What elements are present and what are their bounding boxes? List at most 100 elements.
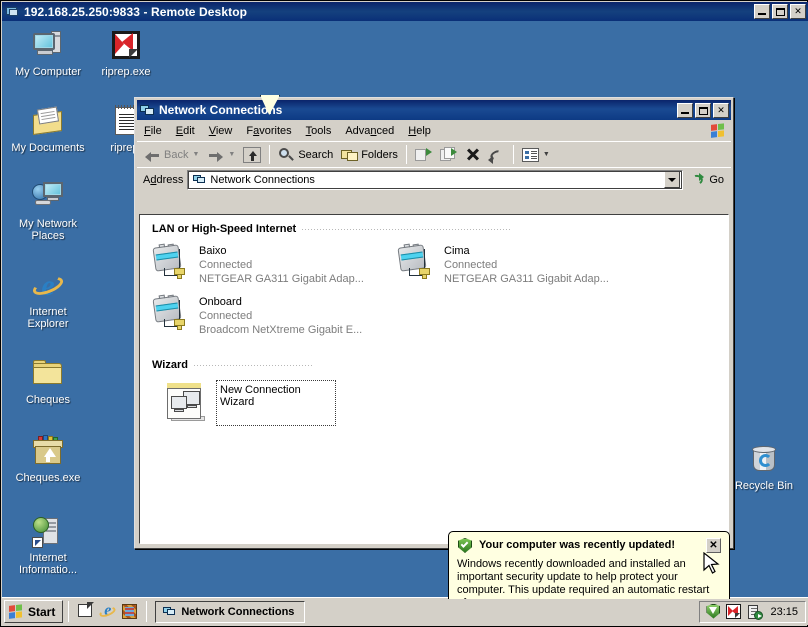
desktop-icon-my-computer[interactable]: My Computer (6, 25, 90, 78)
rdp-close-button[interactable]: ✕ (790, 4, 806, 19)
menu-file[interactable]: FFileile (137, 123, 169, 139)
connection-device: NETGEAR GA311 Gigabit Adap... (199, 273, 364, 285)
recycle-bin-icon (722, 439, 806, 477)
remote-desktop-window: 192.168.25.250:9833 - Remote Desktop ✕ M… (0, 0, 808, 627)
toolbar-forward-button[interactable]: ▼ (203, 144, 239, 166)
desktop[interactable]: My Computer riprep.exe My Documents ripr… (2, 21, 808, 599)
toolbar-back-label: Back (164, 148, 189, 161)
desktop-icon-label: Internet Informatio... (18, 552, 78, 576)
toolbar-folders-button[interactable]: Folders (337, 144, 402, 166)
toolbar-copy-to-button[interactable] (436, 144, 461, 166)
desktop-icon-label: Cheques.exe (15, 472, 81, 484)
group-lan-or-high-speed-internet: LAN or High-Speed Internet Baixo Connect (140, 215, 728, 337)
desktop-icon-internet-information-services[interactable]: Internet Informatio... (6, 511, 90, 576)
new-connection-wizard-item[interactable]: New Connection Wizard (216, 380, 336, 426)
network-connections-window[interactable]: Network Connections ✕ FFileile Edit View… (134, 97, 734, 549)
start-label: Start (28, 604, 56, 619)
network-connections-icon (192, 173, 206, 186)
toolbar-folders-label: Folders (361, 148, 398, 161)
desktop-icon-my-documents[interactable]: My Documents (6, 101, 90, 154)
update-notification-balloon[interactable]: Your computer was recently updated! ✕ Wi… (448, 531, 730, 599)
connections-list-area[interactable]: LAN or High-Speed Internet Baixo Connect (139, 214, 729, 544)
explorer-close-button[interactable]: ✕ (713, 102, 729, 118)
move-to-folder-icon (414, 147, 432, 162)
balloon-header: Your computer was recently updated! ✕ (457, 538, 721, 554)
rdp-restore-button[interactable] (772, 4, 788, 19)
desktop-icon-label: Cheques (25, 394, 71, 406)
desktop-icon-recycle-bin[interactable]: Recycle Bin (722, 439, 806, 492)
toolbar-search-label: Search (298, 148, 334, 161)
back-arrow-icon (144, 148, 161, 162)
taskbar-separator (68, 601, 70, 622)
go-button[interactable]: Go (687, 171, 728, 189)
explorer-titlebar[interactable]: Network Connections ✕ (137, 100, 731, 120)
toolbar-search-button[interactable]: Search (274, 144, 337, 166)
menu-tools[interactable]: Tools (299, 123, 339, 139)
security-shield-icon (457, 538, 473, 554)
security-shield-icon[interactable] (705, 603, 721, 620)
toolbar-up-button[interactable] (239, 144, 265, 166)
connection-item-onboard[interactable]: Onboard Connected Broadcom NetXtreme Gig… (152, 294, 397, 337)
taskbar-button-network-connections[interactable]: Network Connections (155, 600, 306, 623)
chevron-down-icon[interactable]: ▼ (192, 151, 199, 158)
menu-help[interactable]: Help (401, 123, 438, 139)
windows-flag-icon (705, 122, 731, 140)
internet-explorer-icon[interactable]: e (98, 602, 118, 620)
address-dropdown-button[interactable] (664, 171, 681, 188)
connection-item-baixo[interactable]: Baixo Connected NETGEAR GA311 Gigabit Ad… (152, 243, 397, 286)
desktop-icon-internet-explorer[interactable]: e Internet Explorer (6, 265, 90, 331)
start-button[interactable]: Start (4, 600, 64, 623)
new-connection-wizard-icon (166, 380, 212, 424)
connection-status: Connected (444, 259, 498, 271)
explorer-maximize-button[interactable] (695, 102, 711, 118)
explorer-minimize-button[interactable] (677, 102, 693, 118)
kaspersky-icon[interactable] (726, 603, 742, 620)
quick-launch-bar: e (74, 602, 141, 620)
desktop-icon-cheques-folder[interactable]: Cheques (6, 353, 90, 406)
toolbar-move-to-button[interactable] (411, 144, 436, 166)
address-input[interactable]: Network Connections (187, 169, 684, 190)
desktop-icon-label: My Computer (14, 66, 82, 78)
my-documents-icon (6, 101, 90, 139)
connection-item-cima[interactable]: Cima Connected NETGEAR GA311 Gigabit Ada… (397, 243, 642, 286)
desktop-icon-my-network-places[interactable]: My Network Places (6, 177, 90, 242)
menu-advanced[interactable]: Advanced (338, 123, 401, 139)
balloon-close-button[interactable]: ✕ (706, 538, 721, 553)
network-adapter-icon (397, 243, 437, 282)
address-field-inner[interactable]: Network Connections (190, 170, 665, 189)
desktop-icon-riprep-exe[interactable]: riprep.exe (84, 25, 168, 78)
menu-edit[interactable]: Edit (169, 123, 202, 139)
remote-desktop-titlebar: 192.168.25.250:9833 - Remote Desktop ✕ (2, 2, 808, 21)
riprep-exe-icon (84, 25, 168, 63)
rdp-minimize-button[interactable] (754, 4, 770, 19)
my-network-places-icon (6, 177, 90, 215)
go-label: Go (709, 173, 724, 186)
explorer-window-title: Network Connections (159, 103, 283, 117)
chevron-down-icon[interactable]: ▼ (543, 151, 550, 158)
folders-icon (341, 148, 359, 162)
explorer-address-bar: Address Network Connections Go (137, 167, 731, 191)
desktop-icon-label: riprep.exe (101, 66, 151, 78)
desktop-icon-label: My Documents (11, 142, 85, 154)
up-folder-icon (243, 146, 262, 163)
menu-view[interactable]: View (202, 123, 240, 139)
taskbar-separator (146, 601, 148, 622)
toolbar-back-button[interactable]: Back ▼ (140, 144, 203, 166)
menu-favorites[interactable]: Favorites (239, 123, 298, 139)
toolbar-separator (512, 145, 514, 164)
connection-status: Connected (199, 259, 253, 271)
network-activity-icon[interactable] (747, 604, 764, 620)
toolbar-delete-button[interactable] (461, 144, 484, 166)
internet-explorer-icon: e (6, 265, 90, 303)
taskbar: Start e Network Connections 23:15 (2, 597, 808, 625)
windows-media-player-icon[interactable] (121, 603, 138, 620)
taskbar-clock[interactable]: 23:15 (768, 606, 800, 618)
toolbar-views-button[interactable]: ▼ (518, 144, 554, 166)
toolbar-undo-button[interactable] (484, 144, 509, 166)
connection-device: Broadcom NetXtreme Gigabit E... (199, 324, 363, 336)
desktop-icon-cheques-exe[interactable]: Cheques.exe (6, 431, 90, 484)
show-desktop-icon[interactable] (77, 602, 95, 620)
toolbar-separator (269, 145, 271, 164)
connection-device: NETGEAR GA311 Gigabit Adap... (444, 273, 609, 285)
chevron-down-icon[interactable]: ▼ (228, 151, 235, 158)
